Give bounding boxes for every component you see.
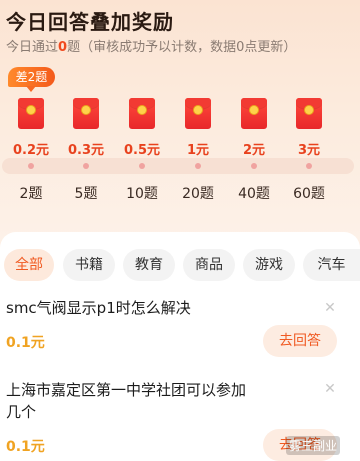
question-reward: 0.1元 [6, 439, 45, 455]
tier-dot [195, 163, 201, 169]
tab-cars[interactable]: 汽车 [303, 249, 360, 281]
progress-subtitle: 今日通过0题（审核成功予以计数，数据0点更新） [6, 40, 297, 55]
tier-dot [306, 163, 312, 169]
tier-count: 5题 [74, 186, 98, 202]
progress-track [2, 158, 354, 174]
tier-count: 40题 [238, 186, 270, 202]
tier-count: 2题 [19, 186, 43, 202]
close-icon[interactable]: ✕ [324, 301, 336, 315]
tab-all[interactable]: 全部 [4, 249, 54, 281]
tier-amount: 1元 [186, 143, 210, 158]
red-envelope-icon [296, 98, 322, 129]
tier-dot [83, 163, 89, 169]
tier-amount: 0.2元 [12, 143, 50, 158]
tab-games[interactable]: 游戏 [243, 249, 295, 281]
red-envelope-icon [18, 98, 44, 129]
red-envelope-icon [241, 98, 267, 129]
tier-count: 10题 [126, 186, 158, 202]
passed-count: 0 [58, 40, 68, 55]
red-envelope-icon [73, 98, 99, 129]
page-title: 今日回答叠加奖励 [6, 10, 174, 34]
red-envelope-icon [129, 98, 155, 129]
tab-education[interactable]: 教育 [123, 249, 175, 281]
tier-amount: 0.3元 [67, 143, 105, 158]
category-tabs: 全部 书籍 教育 商品 游戏 汽车 [0, 249, 360, 281]
question-reward: 0.1元 [6, 335, 45, 351]
question-title[interactable]: smc气阀显示p1时怎么解决 [6, 297, 191, 319]
tier-dot [139, 163, 145, 169]
answer-button[interactable]: 去回答 [263, 325, 337, 357]
tier-count: 20题 [182, 186, 214, 202]
tab-books[interactable]: 书籍 [63, 249, 115, 281]
tier-count: 60题 [293, 186, 325, 202]
remaining-badge: 差2题 [8, 67, 55, 92]
tier-amount: 3元 [297, 143, 321, 158]
close-icon[interactable]: ✕ [324, 382, 336, 396]
question-title[interactable]: 上海市嘉定区第一中学社团可以参加几个 [6, 379, 256, 423]
red-envelope-icon [185, 98, 211, 129]
reward-panel: 今日回答叠加奖励 今日通过0题（审核成功予以计数，数据0点更新） 差2题 0.2… [0, 0, 360, 240]
tier-amount: 2元 [242, 143, 266, 158]
tier-dot [28, 163, 34, 169]
watermark: 雾三副业 [286, 436, 341, 455]
tier-amount: 0.5元 [123, 143, 161, 158]
tier-dot [251, 163, 257, 169]
tab-goods[interactable]: 商品 [183, 249, 235, 281]
